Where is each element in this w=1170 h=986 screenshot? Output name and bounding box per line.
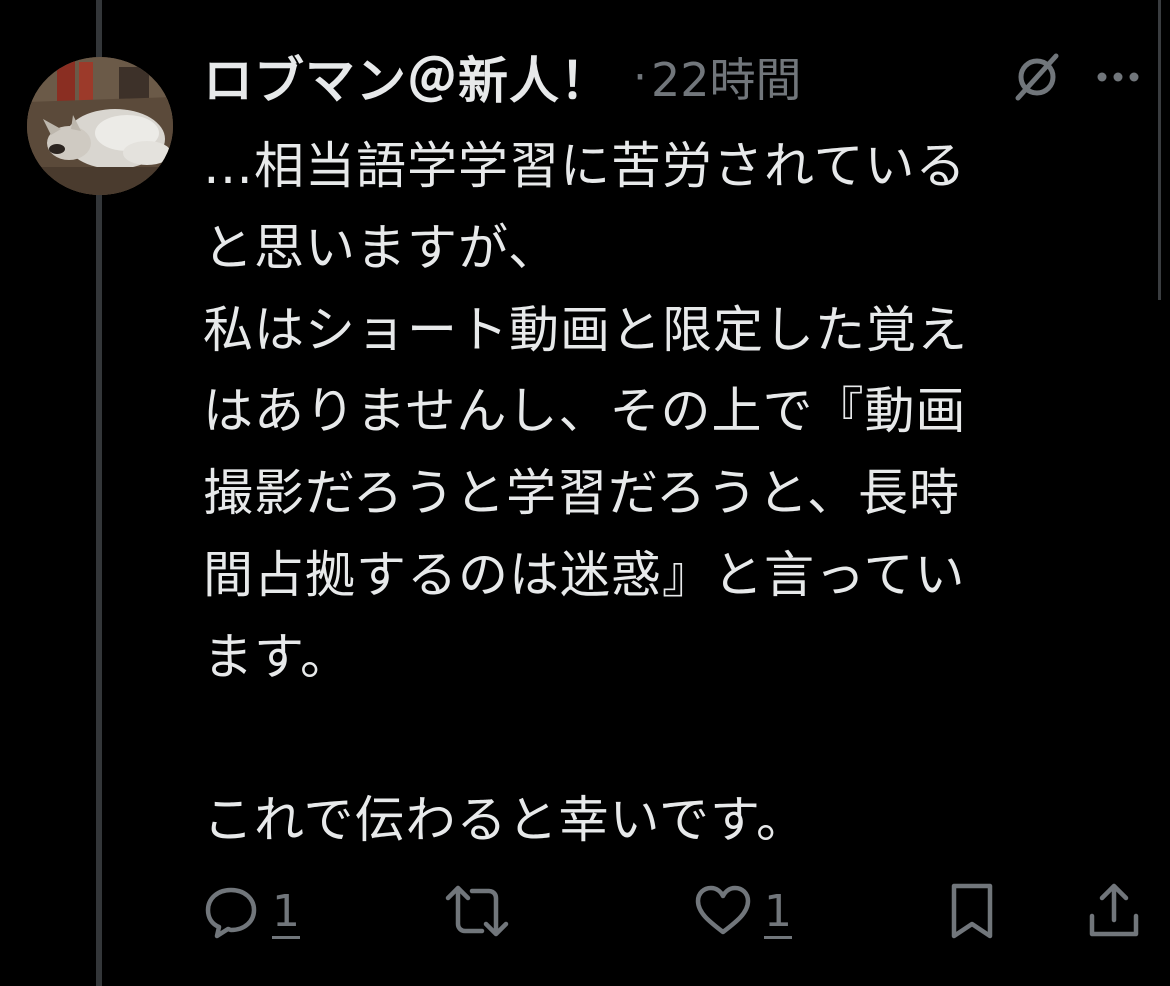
retweet-icon — [445, 885, 509, 937]
retweet-button[interactable] — [444, 876, 510, 946]
like-button[interactable]: 1 — [692, 876, 792, 946]
reply-count: 1 — [272, 885, 300, 937]
bookmark-icon — [951, 883, 993, 939]
like-count: 1 — [764, 885, 792, 937]
more-icon[interactable] — [1094, 62, 1142, 92]
heart-icon — [695, 885, 751, 935]
fox-avatar-icon — [27, 57, 173, 195]
action-bar: 1 1 — [200, 876, 1150, 946]
reply-icon — [205, 887, 257, 939]
time-separator: · — [633, 51, 647, 103]
reply-button[interactable]: 1 — [200, 876, 300, 946]
display-name[interactable]: ロブマン＠新人！ — [203, 41, 611, 113]
tweet-text: …相当語学学習に苦労されている と思いますが、 私はショート動画と限定した覚え … — [203, 137, 968, 850]
scrollbar[interactable] — [1158, 0, 1161, 300]
share-icon — [1089, 883, 1139, 937]
timestamp[interactable]: 22時間 — [651, 44, 802, 110]
avatar[interactable] — [27, 57, 173, 195]
bookmark-button[interactable] — [944, 876, 1000, 946]
grok-icon[interactable] — [1012, 52, 1062, 102]
tweet-header: ロブマン＠新人！ · 22時間 — [203, 41, 802, 113]
share-button[interactable] — [1084, 876, 1144, 946]
